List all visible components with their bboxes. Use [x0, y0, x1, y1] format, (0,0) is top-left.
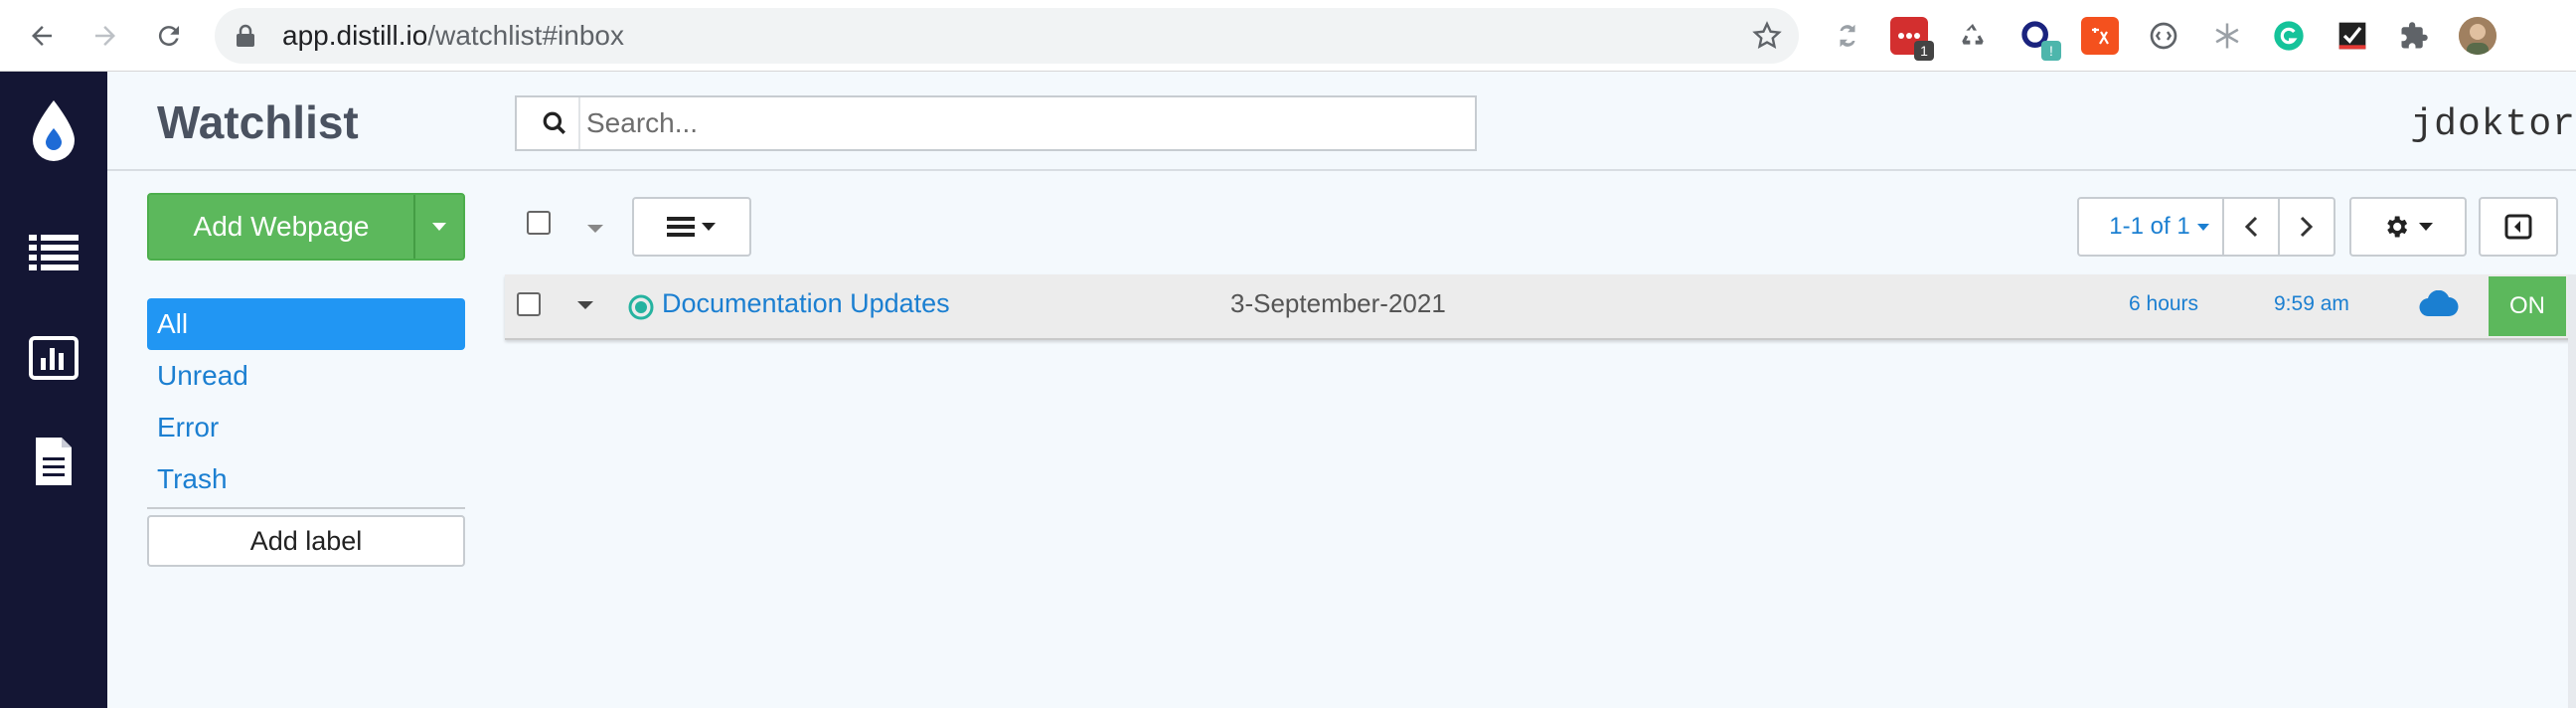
select-all-checkbox[interactable]: [527, 211, 551, 235]
app-nav-rail: [0, 72, 107, 708]
address-bar[interactable]: app.distill.io/watchlist#inbox: [215, 8, 1799, 64]
recycle-extension-icon[interactable]: [1954, 17, 1992, 55]
next-page-button[interactable]: [2278, 197, 2335, 257]
monitor-date: 3-September-2021: [1230, 288, 1446, 318]
sidebar-divider: [147, 507, 465, 509]
add-label-button[interactable]: Add label: [147, 515, 465, 567]
monitor-on-toggle[interactable]: ON: [2489, 276, 2566, 336]
add-webpage-dropdown-button[interactable]: [413, 195, 463, 259]
extension-5-icon[interactable]: [2081, 17, 2119, 55]
chevron-right-icon: [2300, 216, 2314, 238]
lock-icon: [237, 24, 254, 47]
search-box: [515, 95, 1477, 151]
checkbox-extension-icon[interactable]: [2334, 17, 2371, 55]
page-count-text: 1-1 of 1: [2109, 213, 2190, 240]
reload-icon: [158, 26, 179, 47]
gear-icon: [2387, 216, 2408, 238]
extension-2-icon[interactable]: 1: [1890, 17, 1934, 61]
extension-6-icon[interactable]: [2145, 17, 2182, 55]
caret-down-icon: [432, 223, 446, 231]
collapse-panel-icon: [2504, 214, 2532, 240]
extension-1-icon[interactable]: [1829, 17, 1866, 55]
label-filter-list: All Unread Error Trash: [147, 298, 465, 505]
filter-all[interactable]: All: [147, 298, 465, 350]
hamburger-icon: [667, 217, 695, 237]
page-title: Watchlist: [157, 96, 359, 148]
settings-menu-button[interactable]: [2349, 197, 2467, 257]
search-icon: [531, 97, 580, 149]
select-options-caret[interactable]: [586, 221, 604, 239]
arrow-left-icon: [32, 26, 52, 46]
filter-error[interactable]: Error: [147, 402, 465, 453]
caret-down-icon: [2196, 223, 2209, 231]
url-path: /watchlist#inbox: [427, 20, 624, 51]
list-icon[interactable]: [0, 213, 107, 292]
url-text: app.distill.io/watchlist#inbox: [282, 8, 624, 64]
table-row[interactable]: Documentation Updates 3-September-2021 6…: [505, 274, 2572, 340]
prev-page-button[interactable]: [2222, 197, 2280, 257]
last-check-time: 9:59 am: [2274, 292, 2349, 315]
browser-toolbar: app.distill.io/watchlist#inbox 1 !: [0, 0, 2576, 72]
url-host: app.distill.io: [282, 20, 428, 51]
puzzle-icon[interactable]: [2395, 17, 2433, 55]
reload-button[interactable]: [147, 14, 191, 58]
username[interactable]: jdoktor: [2410, 103, 2576, 146]
expand-row-caret-icon[interactable]: [576, 300, 594, 310]
extension-badge: !: [2041, 41, 2061, 61]
bar-chart-icon[interactable]: [0, 318, 107, 398]
profile-avatar[interactable]: [2459, 17, 2496, 55]
document-icon[interactable]: [0, 422, 107, 501]
status-dot-icon: [628, 294, 654, 320]
grammarly-extension-icon[interactable]: [2270, 17, 2308, 55]
caret-down-icon: [702, 223, 716, 231]
bulk-actions-menu-button[interactable]: [632, 197, 751, 257]
caret-down-icon: [587, 225, 603, 233]
snowflake-extension-icon[interactable]: [2208, 17, 2246, 55]
extension-badge: 1: [1914, 41, 1934, 61]
filter-trash[interactable]: Trash: [147, 453, 465, 505]
back-button[interactable]: [20, 14, 64, 58]
arrow-right-icon: [95, 26, 115, 46]
caret-down-icon: [2419, 223, 2433, 231]
app-header: Watchlist jdoktor: [107, 72, 2576, 171]
chevron-left-icon: [2244, 216, 2258, 238]
forward-button[interactable]: [83, 14, 127, 58]
scrollbar[interactable]: [2568, 274, 2576, 708]
add-webpage-button-group: Add Webpage: [147, 193, 465, 261]
pagination: 1-1 of 1: [2077, 197, 2335, 257]
bookmark-star-icon[interactable]: [1751, 20, 1783, 52]
page-count-dropdown[interactable]: 1-1 of 1: [2077, 197, 2224, 257]
add-webpage-button[interactable]: Add Webpage: [149, 195, 413, 259]
extension-4-icon[interactable]: !: [2017, 17, 2061, 61]
row-checkbox[interactable]: [517, 292, 541, 316]
search-input[interactable]: [586, 105, 1461, 141]
check-frequency[interactable]: 6 hours: [2129, 292, 2198, 316]
toggle-panel-button[interactable]: [2479, 197, 2558, 257]
droplet-logo-icon[interactable]: [0, 82, 107, 181]
cloud-icon: [2419, 290, 2459, 317]
monitor-title-link[interactable]: Documentation Updates: [662, 288, 950, 319]
filter-unread[interactable]: Unread: [147, 350, 465, 402]
